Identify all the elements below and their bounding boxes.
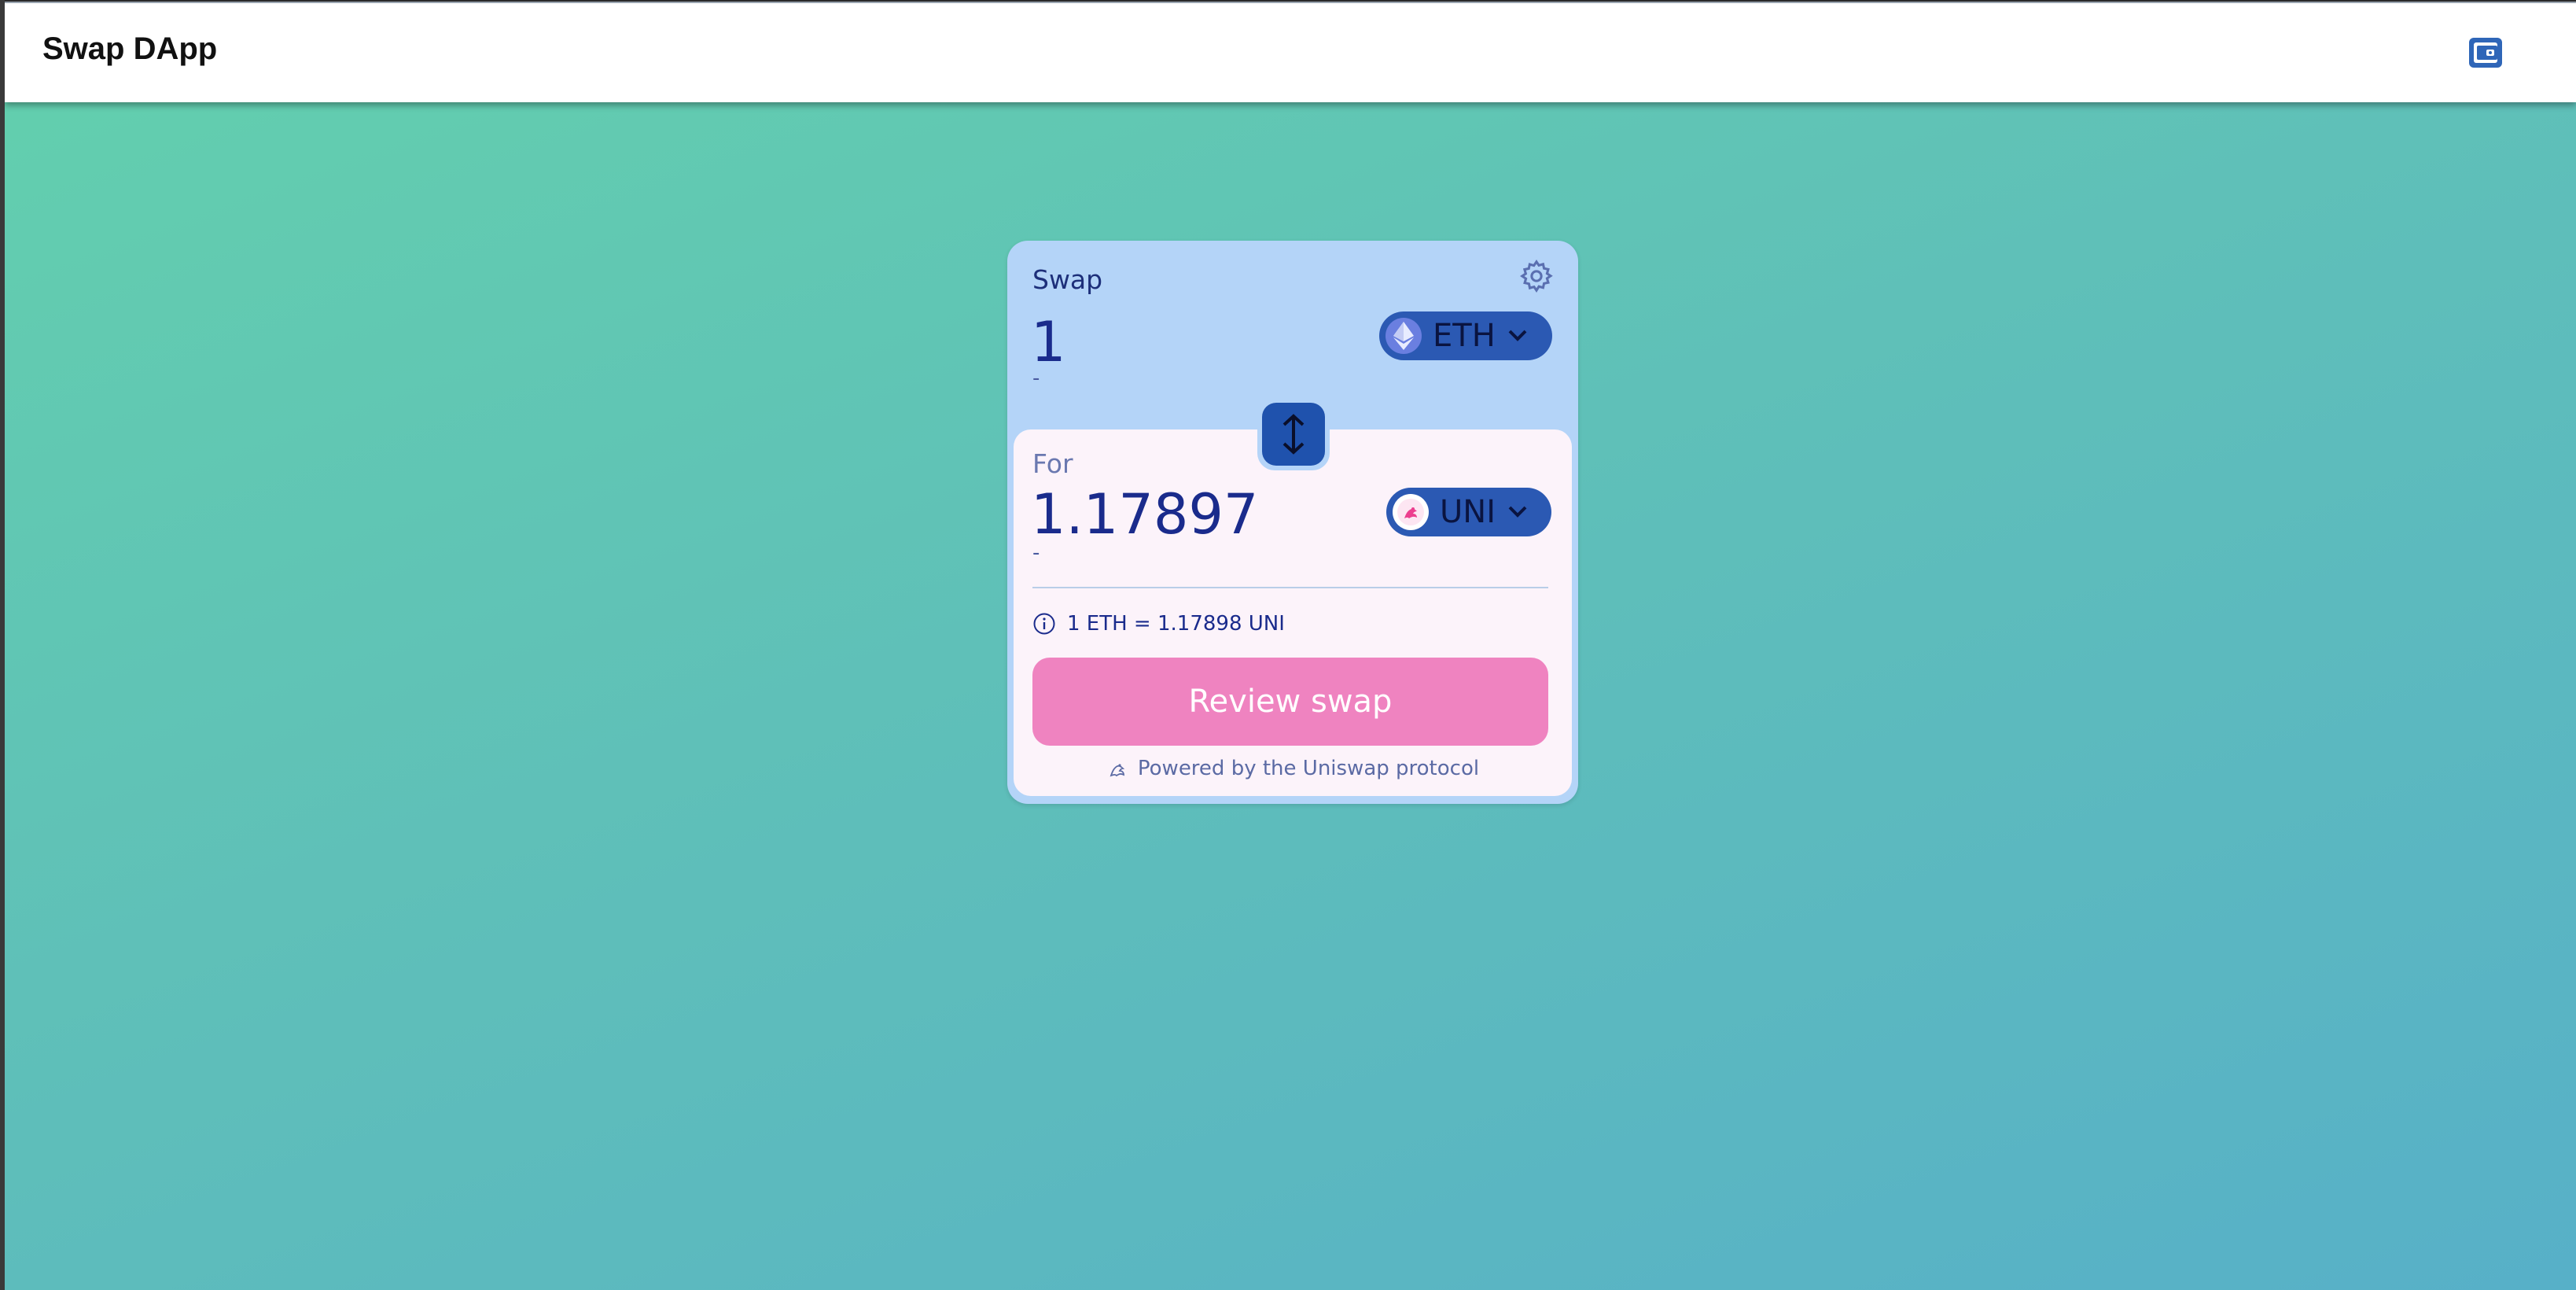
sell-token-selector[interactable]: ETH bbox=[1379, 311, 1552, 360]
buy-usd-value: - bbox=[1032, 541, 1040, 565]
sell-usd-value: - bbox=[1032, 367, 1040, 390]
info-icon bbox=[1033, 613, 1055, 635]
flip-tokens-button[interactable] bbox=[1262, 403, 1325, 466]
wallet-button[interactable] bbox=[2469, 38, 2502, 68]
ethereum-logo-icon bbox=[1386, 318, 1422, 354]
exchange-rate-row: 1 ETH = 1.17898 UNI bbox=[1032, 612, 1285, 636]
buy-token-symbol: UNI bbox=[1440, 494, 1496, 530]
sell-amount-input[interactable] bbox=[1031, 308, 1345, 376]
app-title: Swap DApp bbox=[42, 31, 218, 66]
swap-card: Swap - ETH For - bbox=[1007, 241, 1578, 804]
powered-by: Powered by the Uniswap protocol bbox=[1014, 757, 1572, 780]
divider bbox=[1032, 587, 1548, 588]
uniswap-logo-icon bbox=[1393, 494, 1429, 530]
buy-token-selector[interactable]: UNI bbox=[1386, 488, 1551, 536]
chevron-down-icon bbox=[1508, 330, 1527, 341]
buy-panel: For - UNI bbox=[1014, 429, 1572, 796]
app-page: Swap DApp Swap - bbox=[5, 2, 2576, 1290]
review-swap-button[interactable]: Review swap bbox=[1032, 658, 1548, 746]
wallet-icon bbox=[2469, 38, 2502, 68]
buy-amount-input[interactable] bbox=[1031, 475, 1361, 554]
gear-icon bbox=[1520, 260, 1553, 293]
swap-arrows-icon bbox=[1282, 414, 1305, 455]
sell-label: Swap bbox=[1032, 264, 1103, 295]
flip-container bbox=[1257, 398, 1330, 470]
exchange-rate-text: 1 ETH = 1.17898 UNI bbox=[1067, 612, 1285, 636]
chevron-down-icon bbox=[1508, 506, 1527, 518]
settings-button[interactable] bbox=[1518, 258, 1555, 294]
powered-by-text: Powered by the Uniswap protocol bbox=[1137, 757, 1480, 780]
uniswap-logo-icon bbox=[1110, 764, 1125, 777]
top-navbar: Swap DApp bbox=[5, 2, 2576, 102]
sell-token-symbol: ETH bbox=[1433, 318, 1496, 354]
